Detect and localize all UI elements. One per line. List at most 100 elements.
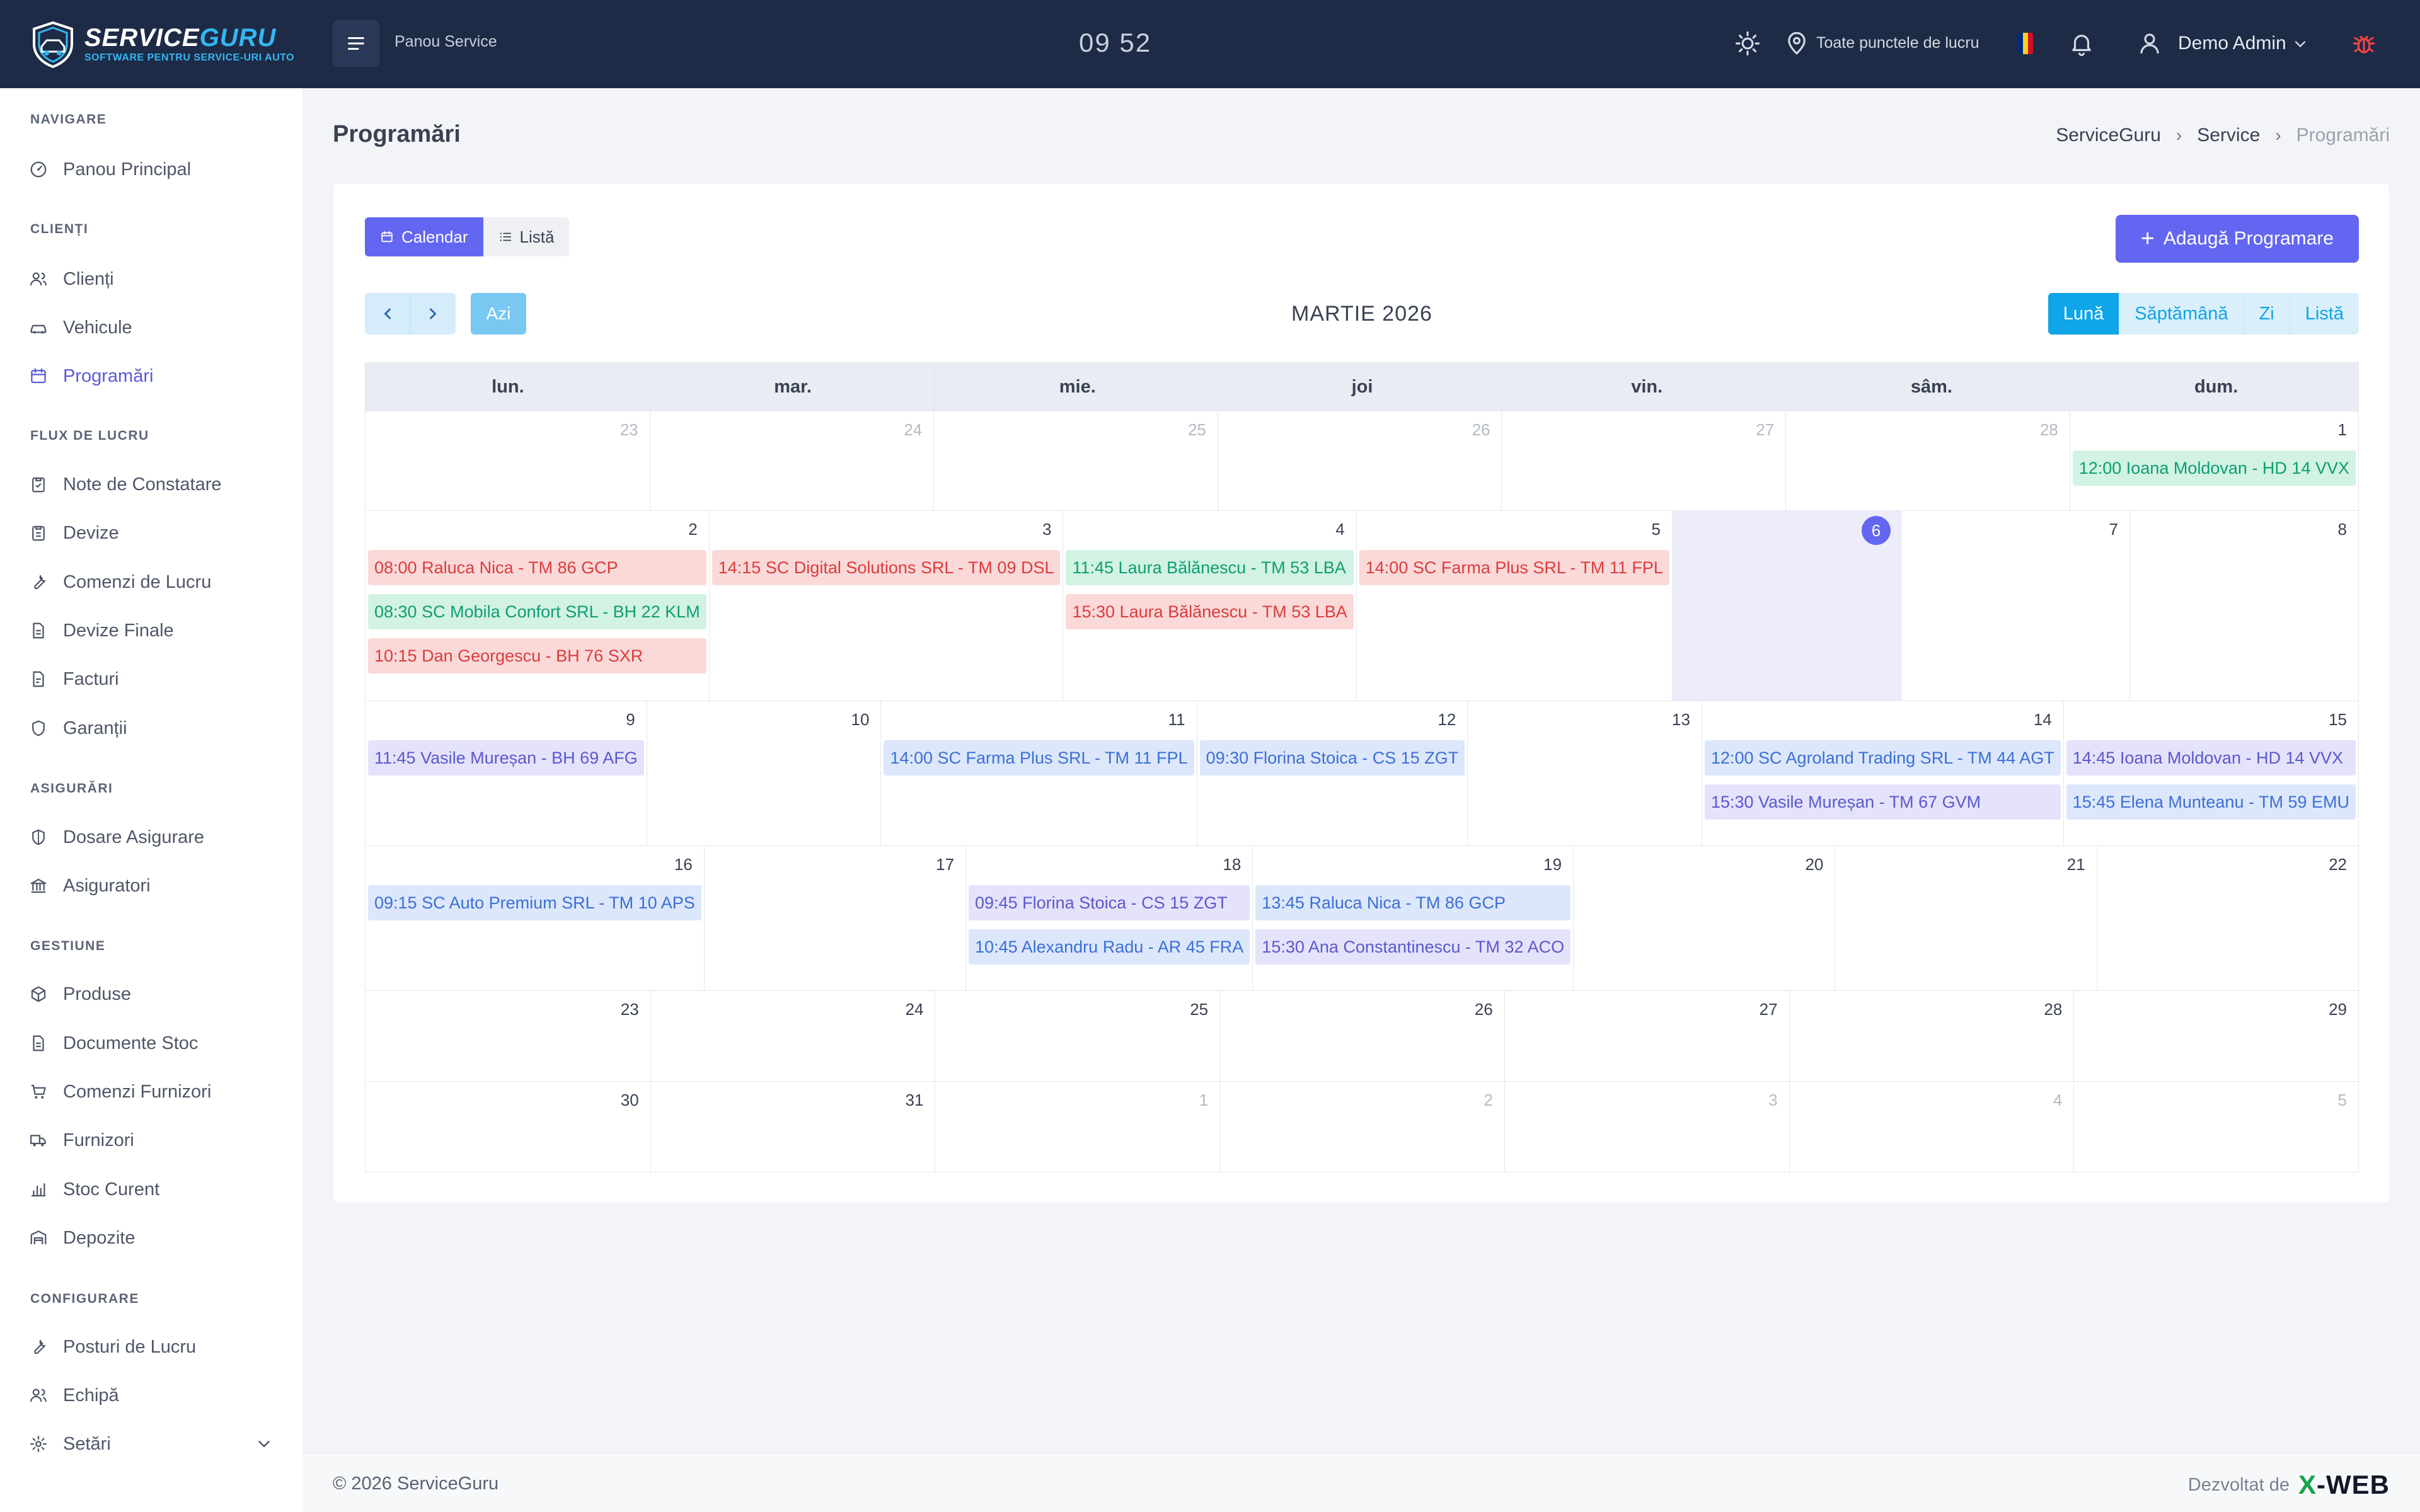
- day-number[interactable]: 28: [1789, 420, 2067, 442]
- day-number[interactable]: 15: [2066, 710, 2356, 731]
- calendar-day-cell[interactable]: 31: [650, 1082, 935, 1172]
- calendar-day-cell[interactable]: 27: [1504, 991, 1789, 1081]
- menu-toggle-button[interactable]: [333, 20, 379, 67]
- breadcrumb-item[interactable]: ServiceGuru: [2056, 125, 2161, 146]
- sidebar-item-posturi-de-lucru[interactable]: Posturi de Lucru: [29, 1331, 196, 1363]
- sidebar-item-devize[interactable]: Devize: [29, 517, 119, 549]
- day-number[interactable]: 4: [1792, 1091, 2071, 1112]
- month-view-button[interactable]: Lună: [2048, 293, 2119, 335]
- sidebar-item-depozite[interactable]: Depozite: [29, 1222, 135, 1254]
- day-number[interactable]: 24: [654, 1000, 933, 1021]
- calendar-day-cell[interactable]: 4: [1789, 1082, 2074, 1172]
- day-number[interactable]: 14: [1705, 710, 2061, 731]
- sidebar-item-produse[interactable]: Produse: [29, 978, 131, 1010]
- sidebar-item-comenzi-de-lucru[interactable]: Comenzi de Lucru: [29, 566, 211, 598]
- appointment-event[interactable]: 11:45 Laura Bălănescu - TM 53 LBA: [1066, 550, 1354, 585]
- day-number[interactable]: 28: [1792, 1000, 2071, 1021]
- day-number[interactable]: 25: [936, 420, 1215, 442]
- agenda-view-button[interactable]: Listă: [2289, 293, 2359, 335]
- day-number[interactable]: 17: [707, 855, 963, 876]
- day-number[interactable]: 12: [1200, 710, 1465, 731]
- calendar-day-cell[interactable]: 5 14:00 SC Farma Plus SRL - TM 11 FPL: [1356, 511, 1672, 701]
- appointment-event[interactable]: 15:30 Ana Constantinescu - TM 32 ACO: [1255, 929, 1571, 965]
- appointment-event[interactable]: 09:45 Florina Stoica - CS 15 ZGT: [969, 885, 1250, 920]
- calendar-day-cell[interactable]: 3: [1504, 1082, 1789, 1172]
- sidebar-item-echipa[interactable]: Echipă: [29, 1380, 119, 1411]
- day-number[interactable]: 7: [1904, 520, 2127, 541]
- sidebar-item-clienti[interactable]: Clienți: [29, 263, 114, 295]
- calendar-day-cell[interactable]: 1 12:00 Ioana Moldovan - HD 14 VVX: [2069, 411, 2358, 510]
- calendar-day-cell[interactable]: 6: [1671, 511, 1901, 701]
- calendar-day-cell[interactable]: 8: [2129, 511, 2358, 701]
- day-number[interactable]: 29: [2077, 1000, 2356, 1021]
- day-number[interactable]: 27: [1507, 1000, 1787, 1021]
- day-number[interactable]: 16: [368, 855, 701, 876]
- sidebar-item-panou-principal[interactable]: Panou Principal: [29, 154, 191, 185]
- day-number[interactable]: 2: [1223, 1091, 1502, 1112]
- appointment-event[interactable]: 09:15 SC Auto Premium SRL - TM 10 APS: [368, 885, 701, 920]
- day-number[interactable]: 26: [1223, 1000, 1502, 1021]
- day-number[interactable]: 23: [368, 420, 647, 442]
- sidebar-item-devize-finale[interactable]: Devize Finale: [29, 615, 174, 646]
- sidebar-item-facturi[interactable]: Facturi: [29, 663, 119, 695]
- calendar-day-cell[interactable]: 25: [935, 991, 1219, 1081]
- appointment-event[interactable]: 12:00 Ioana Moldovan - HD 14 VVX: [2072, 450, 2356, 486]
- calendar-day-cell[interactable]: 16 09:15 SC Auto Premium SRL - TM 10 APS: [366, 846, 704, 990]
- appointment-event[interactable]: 14:00 SC Farma Plus SRL - TM 11 FPL: [884, 740, 1194, 776]
- calendar-day-cell[interactable]: 17: [703, 846, 965, 990]
- day-number[interactable]: 3: [712, 520, 1061, 541]
- calendar-day-cell[interactable]: 19 13:45 Raluca Nica - TM 86 GCP 15:30 Ana…: [1252, 846, 1573, 990]
- calendar-day-cell[interactable]: 4 11:45 Laura Bălănescu - TM 53 LBA 15:30 …: [1063, 511, 1356, 701]
- day-number[interactable]: 26: [1221, 420, 1499, 442]
- calendar-day-cell[interactable]: 23: [366, 411, 650, 510]
- sidebar-item-furnizori[interactable]: Furnizori: [29, 1125, 134, 1156]
- day-number[interactable]: 4: [1066, 520, 1353, 541]
- appointment-event[interactable]: 11:45 Vasile Mureșan - BH 69 AFG: [368, 740, 644, 776]
- appointment-event[interactable]: 15:45 Elena Munteanu - TM 59 EMU: [2066, 784, 2356, 820]
- sun-icon[interactable]: [1734, 30, 1761, 57]
- sidebar-item-documente-stoc[interactable]: Documente Stoc: [29, 1028, 198, 1059]
- day-number[interactable]: 22: [2100, 855, 2356, 876]
- appointment-event[interactable]: 15:30 Laura Bălănescu - TM 53 LBA: [1066, 594, 1354, 629]
- bug-icon[interactable]: [2351, 30, 2377, 57]
- day-number[interactable]: 8: [2133, 520, 2356, 541]
- appointment-event[interactable]: 10:45 Alexandru Radu - AR 45 FRA: [969, 929, 1250, 965]
- day-number[interactable]: 21: [1838, 855, 2094, 876]
- sidebar-item-comenzi-furnizori[interactable]: Comenzi Furnizori: [29, 1076, 211, 1108]
- day-number[interactable]: 1: [2073, 420, 2356, 442]
- day-number[interactable]: 11: [884, 710, 1194, 731]
- calendar-day-cell[interactable]: 12 09:30 Florina Stoica - CS 15 ZGT: [1196, 701, 1468, 845]
- calendar-day-cell[interactable]: 2 08:00 Raluca Nica - TM 86 GCP 08:30 SC M…: [366, 511, 709, 701]
- day-number[interactable]: 10: [650, 710, 879, 731]
- calendar-day-cell[interactable]: 25: [933, 411, 1218, 510]
- appointment-event[interactable]: 10:15 Dan Georgescu - BH 76 SXR: [368, 638, 706, 673]
- user-icon[interactable]: [2136, 30, 2163, 57]
- calendar-day-cell[interactable]: 1: [935, 1082, 1219, 1172]
- bell-icon[interactable]: [2068, 30, 2095, 57]
- sidebar-item-garantii[interactable]: Garanții: [29, 713, 127, 744]
- user-menu[interactable]: Demo Admin: [2178, 33, 2286, 54]
- sidebar-item-stoc-curent[interactable]: Stoc Curent: [29, 1174, 159, 1205]
- appointment-event[interactable]: 14:00 SC Farma Plus SRL - TM 11 FPL: [1359, 550, 1669, 585]
- calendar-day-cell[interactable]: 3 14:15 SC Digital Solutions SRL - TM 09 …: [708, 511, 1063, 701]
- calendar-day-cell[interactable]: 18 09:45 Florina Stoica - CS 15 ZGT 10:45 …: [965, 846, 1252, 990]
- appointment-event[interactable]: 15:30 Vasile Mureșan - TM 67 GVM: [1704, 784, 2061, 820]
- appointment-event[interactable]: 09:30 Florina Stoica - CS 15 ZGT: [1199, 740, 1465, 776]
- calendar-view-button[interactable]: Calendar: [365, 217, 483, 256]
- day-number[interactable]: 2: [368, 520, 706, 541]
- day-number[interactable]: 5: [1359, 520, 1669, 541]
- calendar-day-cell[interactable]: 23: [366, 991, 650, 1081]
- calendar-day-cell[interactable]: 29: [2073, 991, 2358, 1081]
- chevron-down-icon[interactable]: [2291, 35, 2309, 53]
- day-number[interactable]: 13: [1470, 710, 1699, 731]
- day-number[interactable]: 5: [2077, 1091, 2356, 1112]
- week-view-button[interactable]: Săptămână: [2119, 293, 2244, 335]
- list-view-button[interactable]: Listă: [483, 217, 570, 256]
- appointment-event[interactable]: 14:45 Ioana Moldovan - HD 14 VVX: [2066, 740, 2356, 776]
- chevron-down-icon[interactable]: [255, 1435, 274, 1453]
- appointment-event[interactable]: 08:00 Raluca Nica - TM 86 GCP: [368, 550, 706, 585]
- sidebar-item-setari[interactable]: Setări: [29, 1428, 111, 1460]
- calendar-day-cell[interactable]: 28: [1785, 411, 2070, 510]
- calendar-day-cell[interactable]: 5: [2073, 1082, 2358, 1172]
- calendar-day-cell[interactable]: 21: [1835, 846, 2096, 990]
